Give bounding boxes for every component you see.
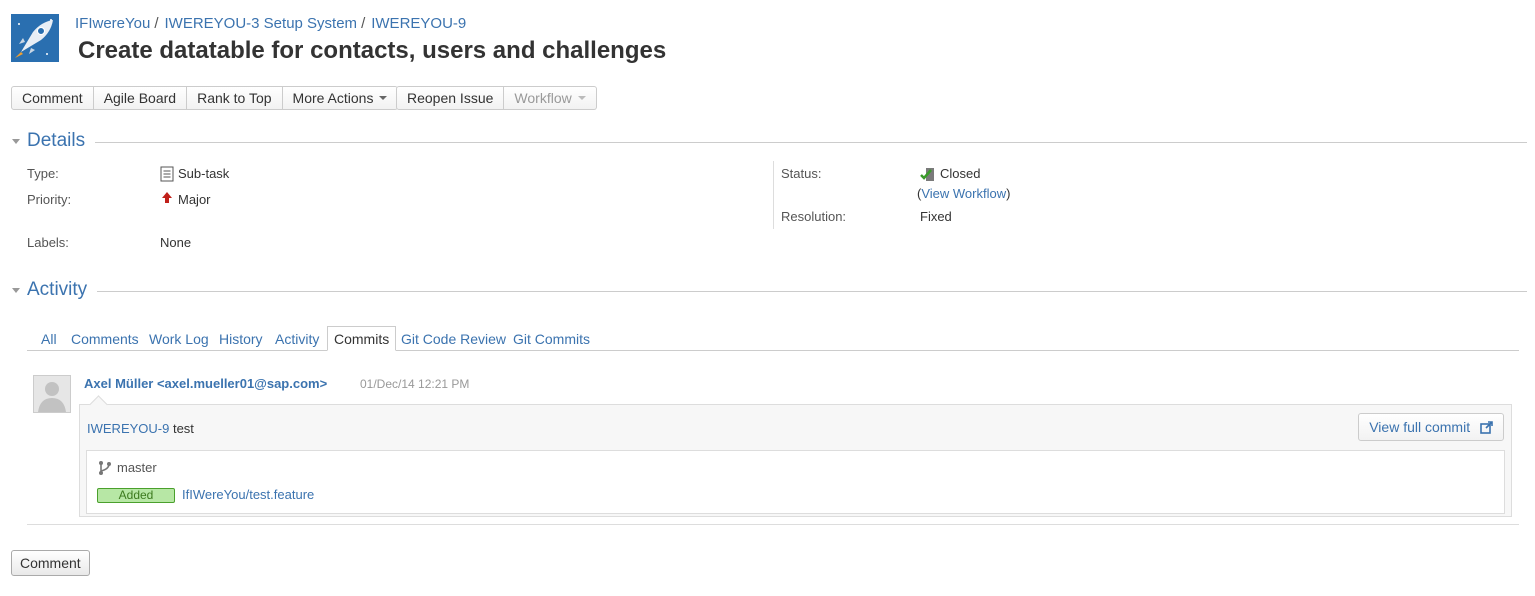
breadcrumb: IFIwereYou / IWEREYOU-3 Setup System / IWERE… [75,15,466,32]
project-avatar[interactable] [11,14,59,62]
rank-to-top-button[interactable]: Rank to Top [187,86,283,110]
priority-value: Major [162,191,211,207]
labels-value: None [160,235,192,250]
activity-tabs: All Comments Work Log History Activity C… [27,326,1519,351]
resolution-label: Resolution: [781,209,847,224]
commit-author-link[interactable]: Axel Müller <axel.mueller01@sap.com> [84,376,327,391]
branch-text: master [117,460,157,475]
commit-issue-key-link[interactable]: IWEREYOU-9 [87,421,169,436]
more-actions-button[interactable]: More Actions [282,86,399,110]
chevron-down-icon [577,96,586,101]
priority-major-arrow-icon [162,191,172,203]
view-workflow: (View Workflow) [917,186,1010,201]
commit-box: IWEREYOU-9 test View full commit master … [79,395,1512,517]
view-full-commit-button[interactable]: View full commit [1358,413,1504,441]
view-full-commit-label: View full commit [1369,419,1471,435]
activity-heading: Activity [27,279,98,301]
breadcrumb-separator: / [154,15,159,32]
external-link-icon [1480,420,1493,434]
page-title: Create datatable for contacts, users and… [78,37,667,64]
status-label: Status: [781,166,822,181]
resolution-value: Fixed [920,209,952,224]
collapse-triangle-icon[interactable] [12,288,20,293]
breadcrumb-separator: / [361,15,366,32]
comment-button[interactable]: Comment [11,86,94,110]
type-text: Sub-task [178,166,230,181]
divider [27,524,1519,525]
default-user-icon [34,376,70,412]
workflow-label: Workflow [514,90,572,106]
changed-file-link[interactable]: IfIWereYou/test.feature [182,487,314,502]
breadcrumb-issue-key[interactable]: IWEREYOU-9 [371,15,466,32]
tab-work-log[interactable]: Work Log [149,327,209,349]
details-heading: Details [27,130,96,152]
breadcrumb-project[interactable]: IFIwereYou [75,15,150,32]
type-value: Sub-task [160,166,229,183]
paren-close: ) [1006,186,1011,201]
change-type-badge: Added [97,488,175,503]
status-value: Closed [920,166,980,183]
divider [27,291,1527,292]
workflow-toolbar: Reopen Issue Workflow [396,86,597,110]
subtask-icon [160,166,174,182]
tab-activity[interactable]: Activity [275,327,319,349]
issue-actions-toolbar: Comment Agile Board Rank to Top More Act… [11,86,399,110]
commit-changes: master Added IfIWereYou/test.feature [86,450,1505,514]
rocket-icon [11,14,59,62]
reopen-issue-button[interactable]: Reopen Issue [396,86,505,110]
labels-label: Labels: [27,235,69,250]
add-comment-button[interactable]: Comment [11,550,90,576]
commit-message: IWEREYOU-9 test [87,421,194,436]
priority-text: Major [178,192,211,207]
activity-section-header[interactable]: Activity [11,279,1527,303]
details-section-header[interactable]: Details [11,130,1527,154]
commit-message-text: test [169,421,194,436]
tab-commits[interactable]: Commits [327,326,397,351]
tab-git-commits[interactable]: Git Commits [513,327,590,349]
tab-git-code-review[interactable]: Git Code Review [401,327,506,349]
branch-name: master [97,460,157,477]
closed-status-icon [920,167,934,181]
type-label: Type: [27,166,59,181]
tab-comments[interactable]: Comments [71,327,139,349]
view-workflow-link[interactable]: View Workflow [921,186,1006,201]
agile-board-button[interactable]: Agile Board [93,86,188,110]
more-actions-label: More Actions [292,90,374,106]
chevron-down-icon [379,96,388,101]
tab-all[interactable]: All [41,327,57,349]
workflow-button[interactable]: Workflow [504,86,597,110]
avatar[interactable] [33,375,71,413]
status-text: Closed [940,166,981,181]
branch-icon [99,460,111,475]
collapse-triangle-icon[interactable] [12,139,20,144]
speech-pointer [89,395,108,414]
divider [773,161,774,229]
tab-history[interactable]: History [219,327,263,349]
commit-date: 01/Dec/14 12:21 PM [360,377,470,391]
priority-label: Priority: [27,192,72,207]
divider [27,142,1527,143]
breadcrumb-parent-issue[interactable]: IWEREYOU-3 Setup System [165,15,358,32]
